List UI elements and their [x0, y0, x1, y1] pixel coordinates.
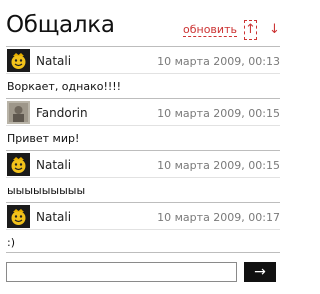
message-header: Fandorin 10 марта 2009, 00:15	[6, 98, 280, 126]
send-button[interactable]: →	[244, 262, 276, 282]
message-header: Natali 10 марта 2009, 00:17	[6, 202, 280, 230]
message-item: Natali 10 марта 2009, 00:17 :)	[6, 202, 280, 254]
refresh-link[interactable]: обновить	[183, 24, 237, 37]
message-time: 10 марта 2009, 00:17	[157, 211, 280, 224]
message-time: 10 марта 2009, 00:15	[157, 107, 280, 120]
message-time: 10 марта 2009, 00:13	[157, 55, 280, 68]
page-title: Общалка	[6, 12, 115, 38]
message-text: Воркает, однако!!!!	[7, 80, 122, 93]
message-author: Natali	[36, 158, 72, 172]
message-author: Fandorin	[36, 106, 88, 120]
message-list: Natali 10 марта 2009, 00:13 Воркает, одн…	[6, 46, 280, 254]
message-header: Natali 10 марта 2009, 00:13	[6, 46, 280, 74]
message-item: Fandorin 10 марта 2009, 00:15 Привет мир…	[6, 98, 280, 150]
smiley-avatar-icon	[7, 205, 30, 228]
sort-up-icon[interactable]: ↑	[244, 20, 257, 40]
divider	[6, 252, 280, 253]
message-text: ыыыыыыыыы	[7, 184, 86, 197]
message-time: 10 марта 2009, 00:15	[157, 159, 280, 172]
smiley-avatar-icon	[7, 49, 30, 72]
message-text: Привет мир!	[7, 132, 80, 145]
message-header: Natali 10 марта 2009, 00:15	[6, 150, 280, 178]
message-author: Natali	[36, 210, 72, 224]
message-input[interactable]	[6, 262, 237, 282]
smiley-avatar-icon	[7, 153, 30, 176]
sort-down-icon[interactable]: ↓	[268, 20, 281, 40]
chat-header: Общалка обновить ↑ ↓	[6, 10, 280, 46]
message-item: Natali 10 марта 2009, 00:15 ыыыыыыыыы	[6, 150, 280, 202]
message-author: Natali	[36, 54, 72, 68]
message-item: Natali 10 марта 2009, 00:13 Воркает, одн…	[6, 46, 280, 98]
message-text: :)	[7, 236, 15, 249]
photo-avatar-icon	[7, 101, 30, 124]
